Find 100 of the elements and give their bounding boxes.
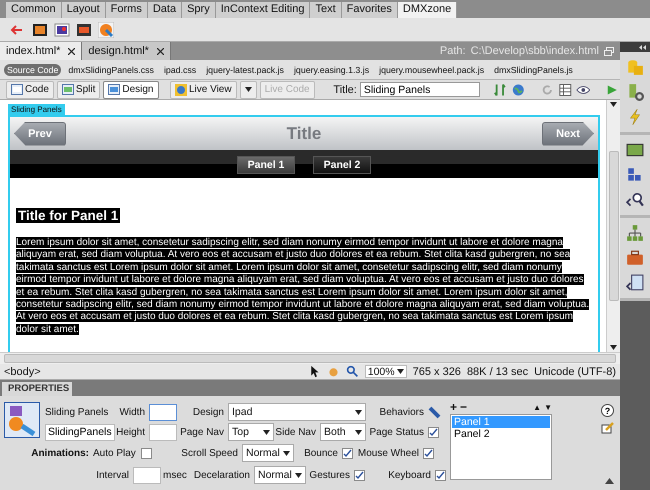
insert-tab[interactable]: Layout (62, 2, 106, 18)
height-field[interactable] (149, 424, 177, 440)
view-button[interactable]: Design (103, 80, 158, 98)
panel-list-item[interactable]: Panel 2 (452, 428, 550, 440)
caret-icon[interactable] (263, 430, 270, 434)
widget-type: Sliding Panels (45, 406, 110, 418)
height-label: Height (115, 426, 146, 438)
page-status-label: Page Status (368, 426, 425, 438)
horizontal-scrollbar[interactable] (0, 352, 620, 364)
checkbox[interactable] (435, 470, 446, 480)
related-file-link[interactable]: jquery.mousewheel.pack.js (376, 64, 488, 76)
checkbox[interactable] (342, 448, 353, 458)
move-up-button[interactable]: ▲ (533, 402, 542, 414)
insert-tab[interactable]: DMXzone (398, 2, 458, 18)
design-select[interactable]: Ipad (228, 403, 366, 421)
related-file-link[interactable]: ipad.css (160, 64, 200, 76)
tag-selector[interactable]: <body> (4, 366, 41, 378)
insert-tab[interactable]: Common (6, 2, 62, 18)
close-icon[interactable] (156, 48, 164, 54)
panel-tab[interactable]: Panel 1 (237, 156, 295, 174)
collapse-icon[interactable] (605, 478, 614, 484)
gestures-label: Gestures (308, 470, 351, 480)
picture-icon[interactable] (32, 22, 48, 38)
checkbox[interactable] (141, 448, 152, 458)
checkbox[interactable] (428, 426, 439, 438)
caret-icon[interactable] (283, 450, 290, 456)
msec-label: msec (163, 470, 188, 480)
table-icon[interactable] (558, 82, 573, 98)
insert-tab[interactable]: Data (148, 2, 182, 18)
image-icon[interactable] (626, 141, 644, 159)
edit-icon[interactable] (601, 422, 614, 434)
help-button[interactable]: ? (601, 404, 614, 417)
download-size: 88K / 13 sec (466, 366, 528, 378)
insert-tab[interactable]: InContext Editing (216, 2, 310, 18)
code-search-icon[interactable] (626, 191, 644, 209)
document-tab[interactable]: index.html* (0, 42, 82, 60)
view-icon (11, 84, 23, 95)
caret-icon[interactable] (610, 345, 617, 350)
move-down-button[interactable]: ▼ (544, 402, 552, 414)
picture-icon[interactable] (76, 22, 92, 38)
title-field[interactable]: Sliding Panels (360, 82, 480, 97)
width-field[interactable] (149, 404, 177, 420)
related-file-link[interactable]: jquery.easing.1.3.js (290, 64, 372, 76)
widget-icon (4, 402, 40, 438)
caret-icon[interactable] (355, 430, 362, 434)
caret-icon[interactable] (396, 369, 404, 374)
scroll-speed-select[interactable]: Normal (242, 444, 294, 462)
view-icon (108, 84, 120, 95)
checkbox[interactable] (354, 470, 365, 480)
add-button[interactable]: + (450, 402, 458, 414)
live-view-button[interactable]: Live View (170, 80, 237, 98)
insert-tab[interactable]: Text (310, 2, 342, 18)
related-file-link[interactable]: Source Code (4, 64, 62, 76)
caret-icon[interactable] (295, 472, 302, 478)
deceleration-label: Decelaration (192, 470, 251, 480)
panel-heading: Title for Panel 1 (16, 208, 120, 223)
side-nav-select[interactable]: Both (320, 423, 366, 441)
panel-tab[interactable]: Panel 2 (313, 156, 371, 174)
insert-tab[interactable]: Forms (106, 2, 148, 18)
related-file-link[interactable]: dmxSlidingPanels.js (491, 64, 576, 76)
vertical-scrollbar[interactable] (606, 100, 620, 352)
insert-tab[interactable]: Spry (182, 2, 216, 18)
code-document-icon[interactable] (626, 274, 644, 292)
insert-tab[interactable]: Favorites (342, 2, 398, 18)
interval-field[interactable] (133, 466, 161, 484)
view-button[interactable]: Code (6, 80, 54, 98)
picture-icon[interactable] (54, 22, 70, 38)
related-file-link[interactable]: dmxSlidingPanels.css (65, 64, 157, 76)
view-button[interactable]: Split (56, 80, 100, 98)
zoom-select[interactable]: 100% (364, 365, 407, 378)
transfer-icon[interactable] (493, 82, 508, 98)
briefcase-icon[interactable] (626, 249, 644, 267)
close-icon[interactable] (68, 48, 76, 54)
deceleration-select[interactable]: Normal (254, 466, 306, 484)
globe-icon (174, 84, 187, 96)
path-label: Path: (440, 45, 466, 57)
caret-icon[interactable] (355, 410, 362, 414)
window-size[interactable]: 765 x 326 (412, 366, 461, 378)
id-field[interactable]: SlidingPanels (45, 424, 115, 440)
remove-button[interactable]: − (460, 402, 468, 414)
encoding: Unicode (UTF-8) (534, 366, 616, 378)
keyboard-label: Keyboard (387, 470, 432, 480)
caret-icon[interactable] (244, 87, 252, 92)
dropdown-button[interactable] (240, 80, 257, 98)
mouse-wheel-label: Mouse Wheel (356, 448, 420, 458)
sitemap-icon[interactable] (626, 224, 644, 242)
caret-icon[interactable] (610, 102, 617, 107)
page-nav-label: Page Nav (180, 426, 225, 438)
related-file-link[interactable]: jquery-latest.pack.js (203, 64, 287, 76)
auto-play-label: Auto Play (93, 448, 137, 458)
view-icon (62, 84, 74, 95)
restore-icon[interactable] (604, 46, 614, 56)
document-tab[interactable]: design.html* (82, 42, 171, 60)
collapse-icon[interactable] (639, 44, 647, 50)
checkbox[interactable] (423, 448, 434, 458)
interval-label: Interval (95, 470, 130, 480)
zoom-icon[interactable] (346, 365, 359, 378)
bounce-label: Bounce (303, 448, 339, 458)
page-nav-select[interactable]: Top (228, 423, 274, 441)
globe-icon[interactable] (510, 82, 526, 98)
